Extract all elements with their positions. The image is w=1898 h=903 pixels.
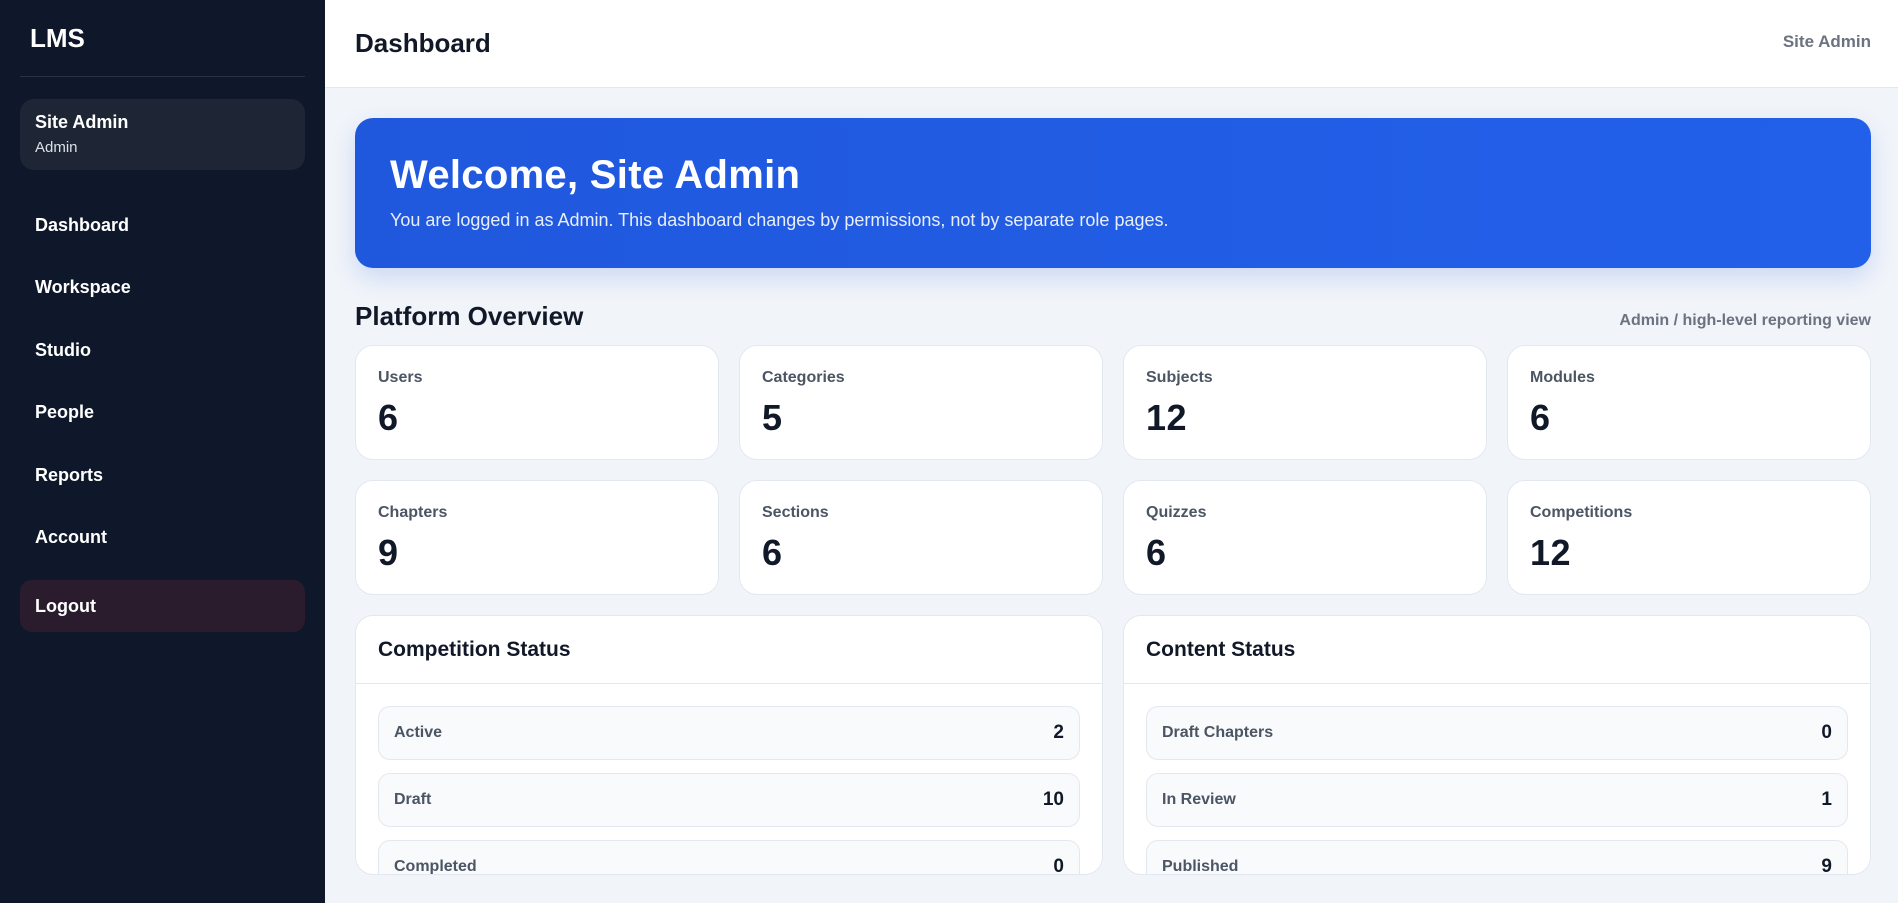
status-label: Completed [394,858,477,875]
status-row-draft: Draft 10 [378,773,1080,827]
stat-card-competitions: Competitions 12 [1507,480,1871,595]
stat-label: Chapters [378,504,448,521]
stat-value: 6 [1530,397,1551,438]
status-label: Draft [394,791,432,808]
status-panels: Competition Status Active 2 Draft 10 Com… [355,615,1871,875]
sidebar-item-reports[interactable]: Reports [20,444,305,507]
stat-value: 6 [378,397,399,438]
sidebar-item-dashboard[interactable]: Dashboard [20,194,305,257]
stat-label: Subjects [1146,369,1213,386]
stat-value: 12 [1530,532,1572,573]
status-row-published: Published 9 [1146,840,1848,875]
status-count: 0 [1821,722,1832,743]
user-card: Site Admin Admin [20,99,305,170]
sidebar-item-people[interactable]: People [20,382,305,445]
welcome-banner: Welcome, Site Admin You are logged in as… [355,118,1871,268]
welcome-title: Welcome, Site Admin [390,153,801,197]
stat-card-chapters: Chapters 9 [355,480,719,595]
stat-label: Quizzes [1146,504,1207,521]
main-area: Dashboard Site Admin Welcome, Site Admin… [325,0,1898,903]
stat-label: Modules [1530,369,1595,386]
sidebar: LMS Site Admin Admin Dashboard Workspace… [0,0,325,903]
stat-card-sections: Sections 6 [739,480,1103,595]
top-bar: Dashboard Site Admin [325,0,1898,88]
panel-title: Content Status [1124,616,1870,684]
brand-logo[interactable]: LMS [20,0,305,77]
stat-label: Users [378,369,423,386]
status-count: 0 [1053,856,1064,875]
sidebar-item-workspace[interactable]: Workspace [20,257,305,320]
status-label: In Review [1162,791,1236,808]
stat-value: 5 [762,397,783,438]
stats-row-2: Chapters 9 Sections 6 Quizzes 6 Competit… [355,480,1871,595]
status-count: 9 [1821,856,1832,875]
status-row-in-review: In Review 1 [1146,773,1848,827]
stat-value: 9 [378,532,399,573]
sidebar-item-studio[interactable]: Studio [20,319,305,382]
sidebar-item-account[interactable]: Account [20,507,305,570]
overview-title: Platform Overview [355,301,584,331]
panel-body: Active 2 Draft 10 Completed 0 [356,684,1102,875]
page-title: Dashboard [355,28,491,58]
overview-header: Platform Overview Admin / high-level rep… [355,301,1871,332]
overview-note: Admin / high-level reporting view [1619,312,1871,329]
panel-body: Draft Chapters 0 In Review 1 Published 9 [1124,684,1870,875]
stat-card-modules: Modules 6 [1507,345,1871,460]
stat-label: Categories [762,369,845,386]
status-count: 10 [1042,789,1064,810]
stat-value: 6 [762,532,783,573]
competition-status-panel: Competition Status Active 2 Draft 10 Com… [355,615,1103,875]
stat-card-quizzes: Quizzes 6 [1123,480,1487,595]
user-role: Admin [35,139,78,156]
status-row-draft-chapters: Draft Chapters 0 [1146,706,1848,760]
user-name: Site Admin [35,112,129,132]
content-status-panel: Content Status Draft Chapters 0 In Revie… [1123,615,1871,875]
status-row-completed: Completed 0 [378,840,1080,875]
sidebar-nav: Dashboard Workspace Studio People Report… [20,194,305,569]
stat-card-users: Users 6 [355,345,719,460]
panel-title: Competition Status [356,616,1102,684]
status-count: 2 [1053,722,1064,743]
dashboard-content: Welcome, Site Admin You are logged in as… [325,88,1898,875]
stat-card-categories: Categories 5 [739,345,1103,460]
stat-value: 12 [1146,397,1188,438]
stat-card-subjects: Subjects 12 [1123,345,1487,460]
topbar-user-name[interactable]: Site Admin [1783,32,1871,52]
welcome-subtitle: You are logged in as Admin. This dashboa… [390,210,1169,230]
status-label: Active [394,724,443,741]
status-row-active: Active 2 [378,706,1080,760]
stats-row-1: Users 6 Categories 5 Subjects 12 Modules… [355,345,1871,460]
status-label: Published [1162,858,1239,875]
stat-label: Competitions [1530,504,1633,521]
stat-value: 6 [1146,532,1167,573]
app-root: LMS Site Admin Admin Dashboard Workspace… [0,0,1898,903]
stat-label: Sections [762,504,829,521]
status-label: Draft Chapters [1162,724,1274,741]
logout-button[interactable]: Logout [20,580,305,632]
status-count: 1 [1821,789,1832,810]
